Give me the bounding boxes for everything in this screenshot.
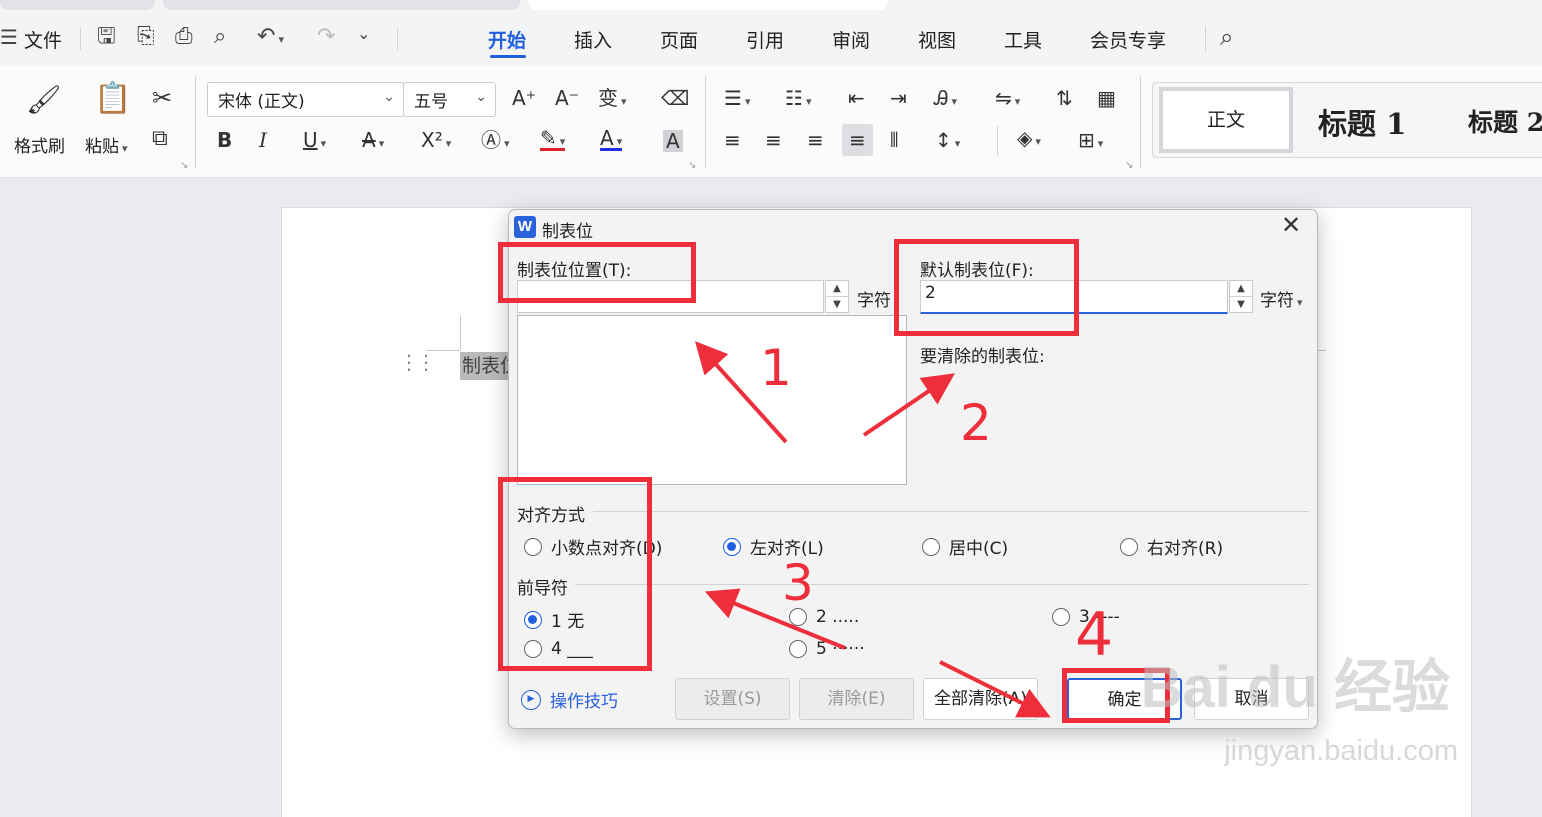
- annotation-arrow-4: [939, 660, 1051, 718]
- annotation-arrow-2: [862, 373, 955, 437]
- annotation-number-4: 4: [1075, 600, 1113, 670]
- annotation-arrow-3: [704, 588, 846, 650]
- annotation-number-1: 1: [760, 339, 792, 397]
- watermark-brand: Bai du 经验: [1140, 655, 1450, 720]
- watermark-url: jingyan.baidu.com: [1224, 735, 1458, 767]
- annotation-number-2: 2: [960, 394, 992, 452]
- annotation-number-3: 3: [782, 554, 814, 612]
